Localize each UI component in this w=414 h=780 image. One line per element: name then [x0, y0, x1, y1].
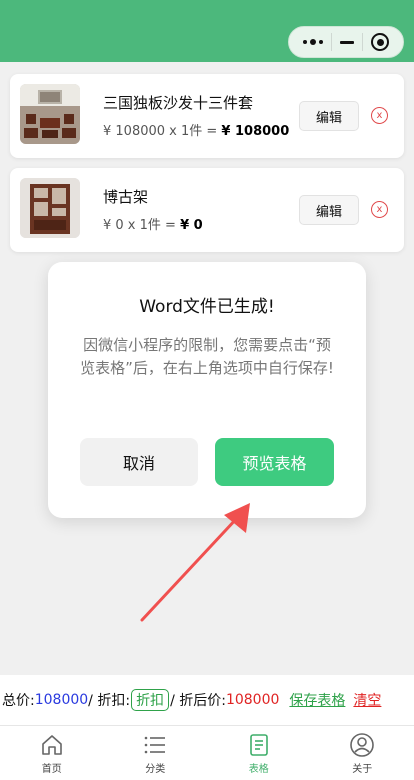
top-bar	[0, 0, 414, 62]
cancel-button[interactable]: 取消	[80, 438, 198, 486]
tab-category[interactable]: 分类	[104, 726, 208, 780]
user-icon	[350, 733, 375, 757]
cart-item-card: 三国独板沙发十三件套 ¥ 108000 x 1件 = ¥ 108000 编辑 x	[10, 74, 404, 158]
tab-label: 表格	[248, 764, 269, 775]
summary-bar: 总价: 108000 / 折扣: 折扣 / 折后价: 108000 保存表格 清…	[0, 675, 414, 725]
red-arrow-annotation	[140, 503, 250, 622]
home-icon	[41, 735, 62, 755]
tab-label: 关于	[352, 764, 373, 775]
product-name: 三国独板沙发十三件套	[103, 94, 254, 112]
document-icon	[249, 734, 268, 756]
delete-icon[interactable]: x	[371, 201, 388, 218]
word-generated-dialog: Word文件已生成! 因微信小程序的限制，您需要点击“预览表格”后，在右上角选项…	[48, 262, 366, 518]
more-dots-icon[interactable]	[303, 39, 323, 45]
capsule-divider	[331, 33, 332, 51]
total-label: 总价:	[2, 693, 35, 709]
discount-label: / 折扣:	[88, 693, 131, 709]
list-icon	[144, 736, 166, 754]
preview-table-button[interactable]: 预览表格	[215, 438, 334, 486]
product-name: 博古架	[103, 188, 149, 206]
final-price-value: 108000	[225, 692, 280, 708]
minimize-icon[interactable]	[340, 40, 354, 44]
dialog-title: Word文件已生成!	[139, 297, 275, 317]
product-price: ¥ 0 x 1件 = ¥ 0	[103, 218, 203, 233]
clear-link[interactable]: 清空	[353, 690, 381, 710]
dialog-message: 因微信小程序的限制，您需要点击“预览表格”后，在右上角选项中自行保存!	[80, 336, 334, 377]
tab-about[interactable]: 关于	[311, 726, 414, 780]
bottom-tab-bar: 首页 分类 表格 关于	[0, 725, 414, 780]
edit-button[interactable]: 编辑	[299, 195, 359, 225]
product-thumbnail[interactable]	[20, 178, 80, 238]
cart-item-card: 博古架 ¥ 0 x 1件 = ¥ 0 编辑 x	[10, 168, 404, 252]
discount-button[interactable]: 折扣	[131, 689, 170, 711]
save-table-link[interactable]: 保存表格	[289, 690, 345, 710]
tab-label: 分类	[145, 764, 166, 775]
product-thumbnail[interactable]	[20, 84, 80, 144]
capsule-divider	[362, 33, 363, 51]
tab-table[interactable]: 表格	[207, 726, 311, 780]
tab-label: 首页	[41, 764, 62, 775]
total-value: 108000	[34, 692, 89, 708]
close-target-icon[interactable]	[371, 33, 389, 51]
delete-icon[interactable]: x	[371, 107, 388, 124]
tab-home[interactable]: 首页	[0, 726, 104, 780]
edit-button[interactable]: 编辑	[299, 101, 359, 131]
final-price-label: / 折后价:	[170, 693, 226, 709]
mini-program-capsule	[288, 26, 404, 58]
product-price: ¥ 108000 x 1件 = ¥ 108000	[103, 124, 290, 139]
